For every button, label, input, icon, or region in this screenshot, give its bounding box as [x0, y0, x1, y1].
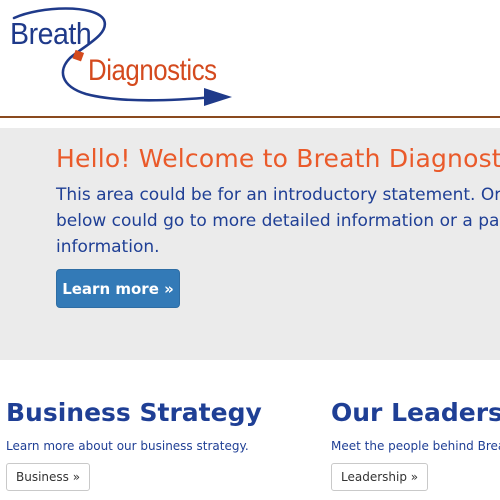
intro-paragraph: This area could be for an introductory s…	[56, 182, 500, 260]
site-header: Breath Diagnostics	[0, 0, 500, 118]
logo-word-diagnostics: Diagnostics	[88, 54, 217, 87]
brand-logo[interactable]: Breath Diagnostics	[0, 0, 240, 112]
header-divider	[0, 116, 500, 118]
intro-line: below could go to more detailed informat…	[56, 211, 500, 231]
logo-word-breath: Breath	[10, 16, 92, 51]
leadership-column: Our Leadership Meet the people behind Br…	[331, 398, 500, 491]
leadership-text: Meet the people behind Breath Diagnostic…	[331, 439, 500, 453]
intro-line: This area could be for an introductory s…	[56, 185, 500, 205]
leadership-heading: Our Leadership	[331, 398, 500, 427]
business-strategy-text: Learn more about our business strategy.	[6, 439, 249, 453]
learn-more-button[interactable]: Learn more »	[56, 269, 180, 308]
welcome-heading: Hello! Welcome to Breath Diagnostics	[56, 144, 500, 173]
business-strategy-column: Business Strategy Learn more about our b…	[6, 398, 262, 491]
intro-line: information.	[56, 237, 160, 257]
business-strategy-heading: Business Strategy	[6, 398, 262, 427]
leadership-button[interactable]: Leadership »	[331, 463, 429, 491]
business-button[interactable]: Business »	[6, 463, 91, 491]
jumbotron: Hello! Welcome to Breath Diagnostics Thi…	[0, 128, 500, 360]
